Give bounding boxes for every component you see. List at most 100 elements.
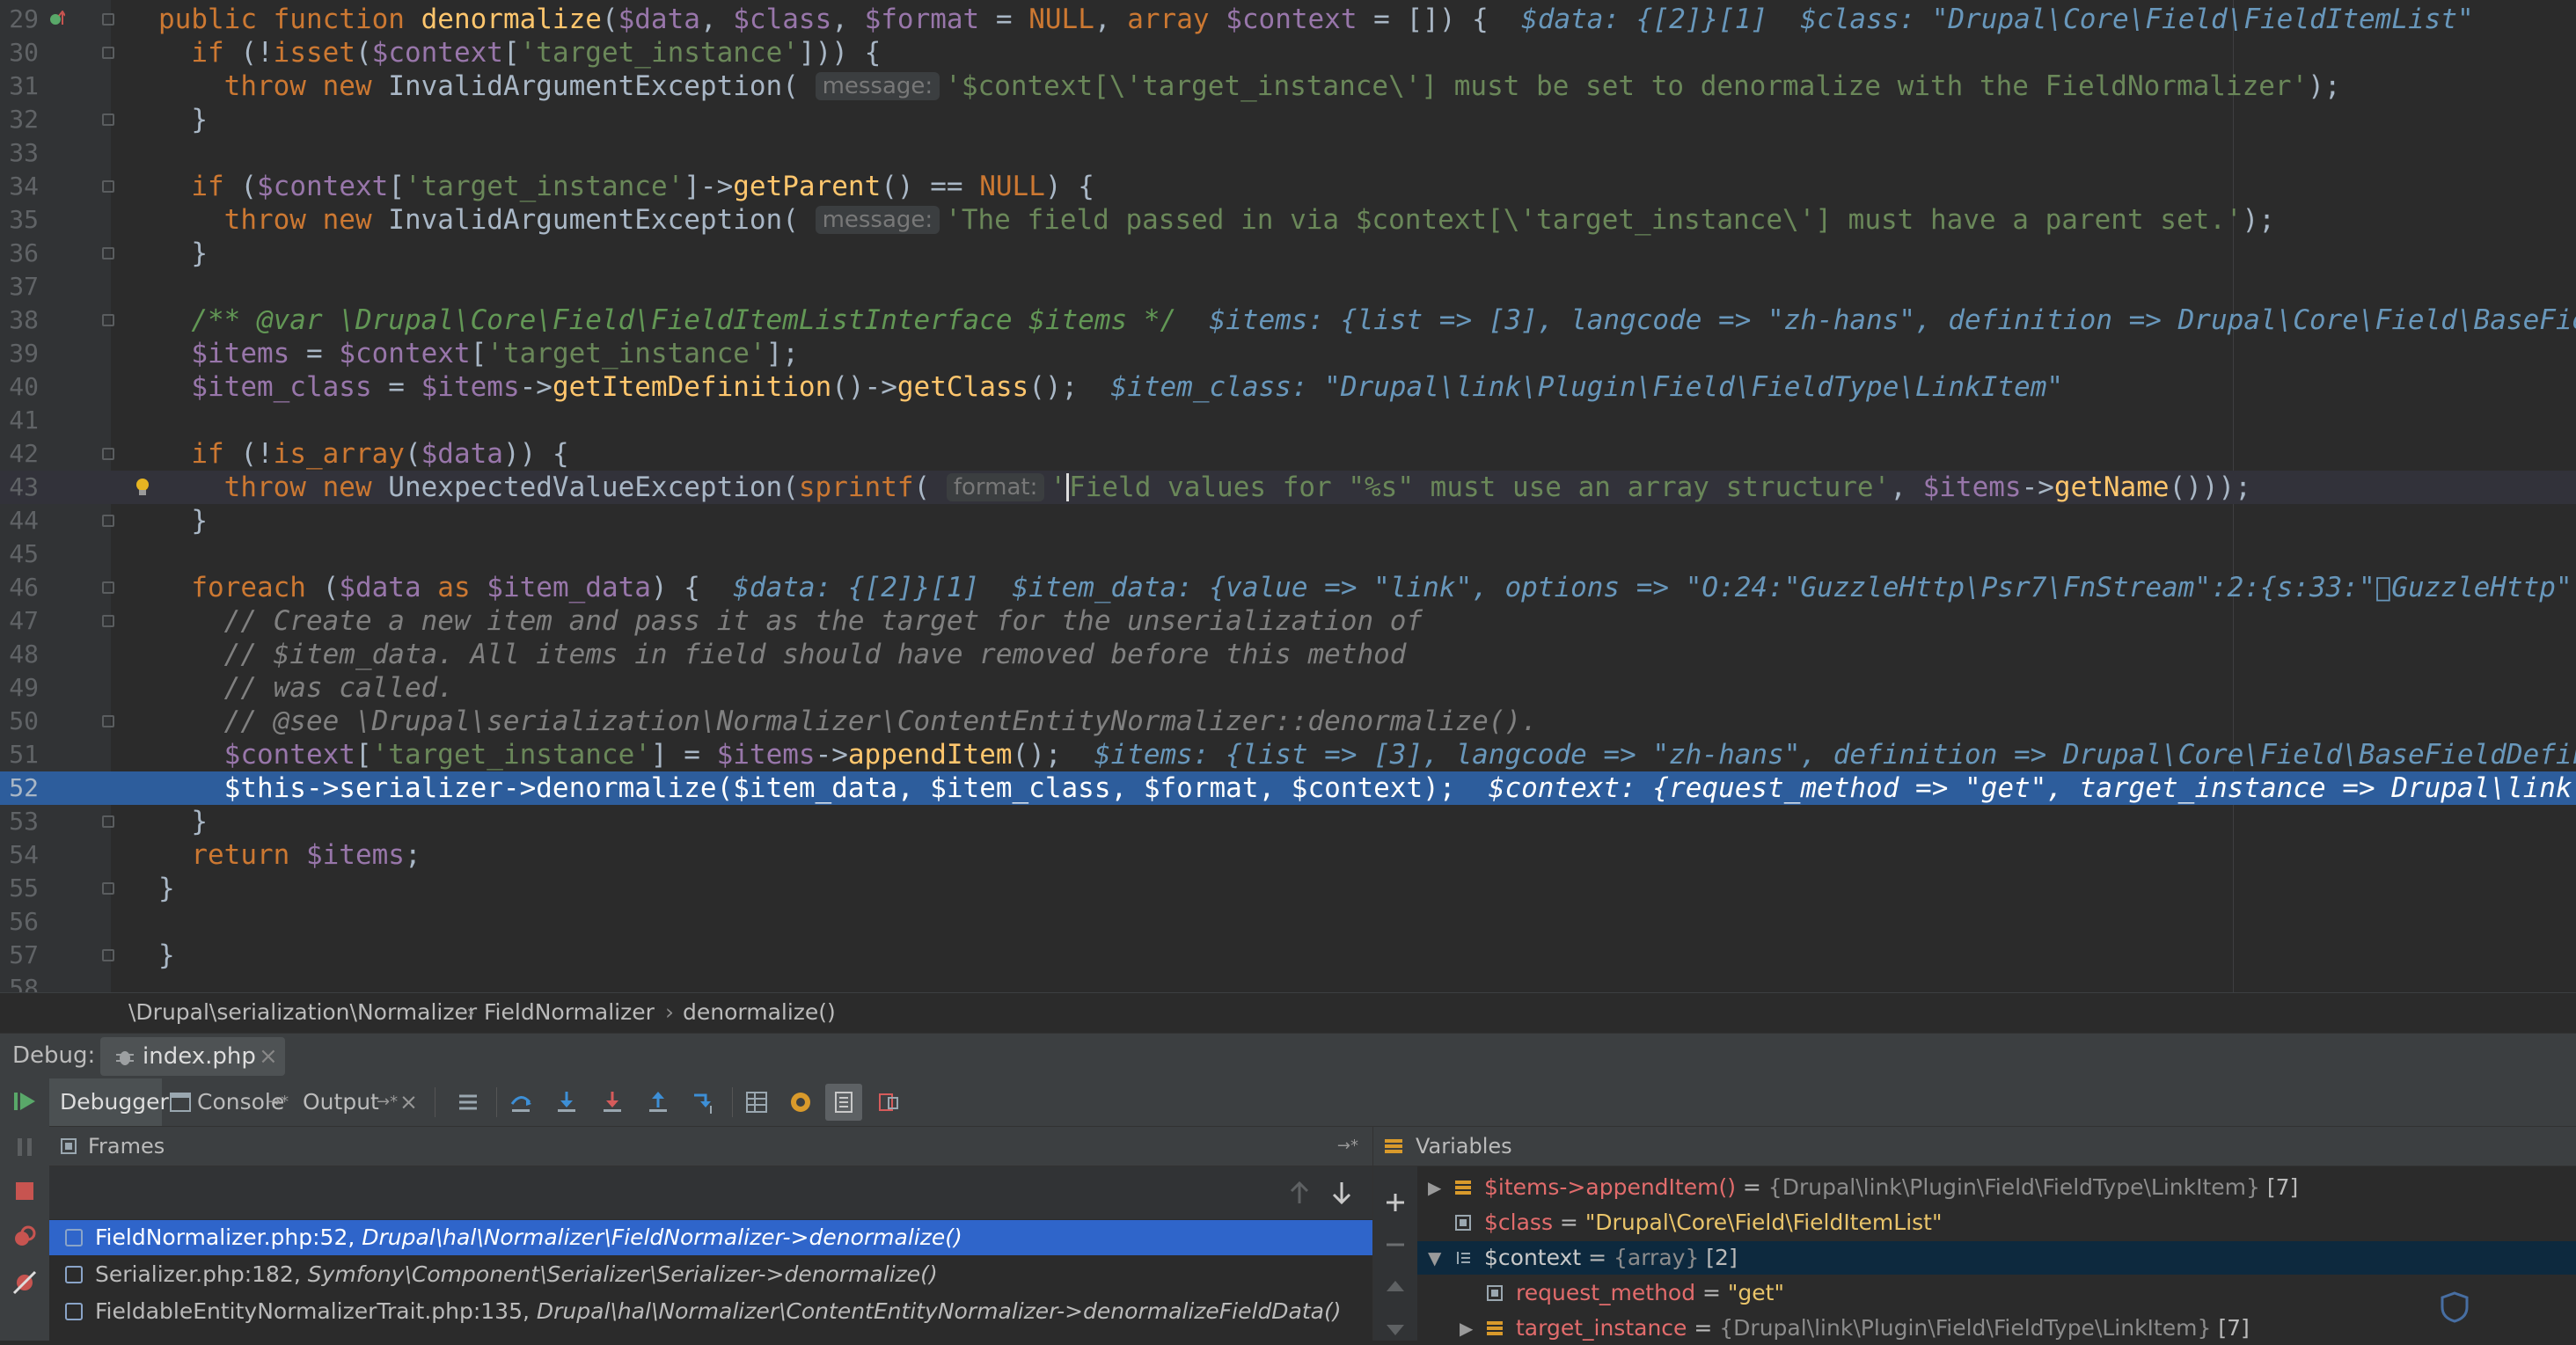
code-line[interactable]: 34 if ($context['target_instance']->getP… xyxy=(0,170,2576,203)
fold-start-icon[interactable] xyxy=(102,448,114,460)
fold-start-icon[interactable] xyxy=(102,180,114,193)
code-line[interactable]: 30 if (!isset($context['target_instance'… xyxy=(0,36,2576,69)
code-text[interactable]: // was called. xyxy=(158,671,454,705)
line-number[interactable]: 32 xyxy=(0,103,39,136)
line-number[interactable]: 34 xyxy=(0,170,39,203)
code-text[interactable]: $context['target_instance'] = $items->ap… xyxy=(158,738,2576,771)
fold-start-icon[interactable] xyxy=(102,47,114,59)
code-text[interactable]: foreach ($data as $item_data) { $data: {… xyxy=(158,571,2572,604)
variable-row[interactable]: request_method = "get" xyxy=(1417,1276,2576,1310)
show-execution-point-icon[interactable] xyxy=(456,1090,480,1115)
code-text[interactable]: throw new InvalidArgumentException( mess… xyxy=(158,69,2341,103)
code-text[interactable]: $items = $context['target_instance']; xyxy=(158,337,799,370)
frame-row[interactable]: Serializer.php:182, Symfony\Component\Se… xyxy=(49,1257,1372,1292)
mute-breakpoints-icon[interactable] xyxy=(11,1268,39,1297)
line-number[interactable]: 39 xyxy=(0,337,39,370)
breadcrumb-method[interactable]: › denormalize() xyxy=(665,993,836,1032)
fold-end-icon[interactable] xyxy=(102,815,114,828)
code-line[interactable]: 50 // @see \Drupal\serialization\Normali… xyxy=(0,705,2576,738)
frames-pin-icon[interactable]: →* xyxy=(1337,1127,1358,1166)
code-line[interactable]: 47 // Create a new item and pass it as t… xyxy=(0,604,2576,638)
remove-watch-icon[interactable] xyxy=(1384,1233,1407,1256)
code-line[interactable]: 31 throw new InvalidArgumentException( m… xyxy=(0,69,2576,103)
variable-row[interactable]: ▶ $items->appendItem() = {Drupal\link\Plu… xyxy=(1417,1171,2576,1204)
code-text[interactable]: public function denormalize($data, $clas… xyxy=(158,3,2474,36)
tab-debugger[interactable]: Debugger xyxy=(49,1078,169,1126)
code-text[interactable]: // Create a new item and pass it as the … xyxy=(158,604,1423,638)
code-text[interactable]: // @see \Drupal\serialization\Normalizer… xyxy=(158,705,1538,738)
code-line[interactable]: 29 public function denormalize($data, $cl… xyxy=(0,3,2576,36)
fold-end-icon[interactable] xyxy=(102,247,114,259)
collapse-arrow-icon[interactable]: ▼ xyxy=(1428,1241,1441,1275)
variable-row[interactable]: ▶ target_instance = {Drupal\link\Plugin\F… xyxy=(1417,1312,2576,1345)
code-text[interactable]: } xyxy=(158,103,208,136)
code-line[interactable]: 33 xyxy=(0,136,2576,170)
code-text[interactable]: return $items; xyxy=(158,838,421,872)
debug-tab-close-icon[interactable]: × xyxy=(259,1037,278,1076)
code-line[interactable]: 53 } xyxy=(0,805,2576,838)
code-text[interactable]: $this->serializer->denormalize($item_dat… xyxy=(158,771,2576,805)
line-number[interactable]: 42 xyxy=(0,437,39,471)
arrow-up-icon[interactable] xyxy=(1288,1181,1311,1205)
add-watch-icon[interactable] xyxy=(1384,1191,1407,1214)
fold-end-icon[interactable] xyxy=(102,882,114,895)
code-line[interactable]: 46 foreach ($data as $item_data) { $data… xyxy=(0,571,2576,604)
variable-row[interactable]: ▼ $context = {array} [2] xyxy=(1417,1241,2576,1275)
stop-icon[interactable] xyxy=(11,1177,39,1205)
line-number[interactable]: 48 xyxy=(0,638,39,671)
code-line[interactable]: 44 } xyxy=(0,504,2576,537)
code-line[interactable]: 42 if (!is_array($data)) { xyxy=(0,437,2576,471)
evaluate-expression-icon[interactable] xyxy=(744,1090,769,1115)
code-text[interactable]: $item_class = $items->getItemDefinition(… xyxy=(158,370,2063,404)
line-number[interactable]: 43 xyxy=(0,471,39,504)
line-number[interactable]: 53 xyxy=(0,805,39,838)
line-number[interactable]: 47 xyxy=(0,604,39,638)
line-number[interactable]: 51 xyxy=(0,738,39,771)
code-line[interactable]: 54 return $items; xyxy=(0,838,2576,872)
breadcrumb-namespace[interactable]: \Drupal\serialization\Normalizer xyxy=(128,993,477,1032)
step-into-icon[interactable] xyxy=(554,1090,579,1115)
code-line[interactable]: 37 xyxy=(0,270,2576,303)
code-line[interactable]: 32 } xyxy=(0,103,2576,136)
code-line[interactable]: 36 } xyxy=(0,237,2576,270)
pause-icon[interactable] xyxy=(11,1133,39,1161)
code-text[interactable]: } xyxy=(158,872,175,905)
code-line[interactable]: 51 $context['target_instance'] = $items-… xyxy=(0,738,2576,771)
line-number[interactable]: 49 xyxy=(0,671,39,705)
code-line[interactable]: 58 xyxy=(0,972,2576,992)
line-number[interactable]: 45 xyxy=(0,537,39,571)
code-text[interactable]: throw new InvalidArgumentException( mess… xyxy=(158,203,2275,237)
code-text[interactable]: // $item_data. All items in field should… xyxy=(158,638,1407,671)
code-text[interactable]: if (!isset($context['target_instance']))… xyxy=(158,36,881,69)
code-line[interactable]: 45 xyxy=(0,537,2576,571)
code-text[interactable]: throw new UnexpectedValueException(sprin… xyxy=(158,471,2251,504)
view-breakpoints-icon[interactable] xyxy=(11,1223,39,1251)
breadcrumb-class[interactable]: › FieldNormalizer xyxy=(466,993,655,1032)
fold-start-icon[interactable] xyxy=(102,615,114,627)
code-line[interactable]: 49 // was called. xyxy=(0,671,2576,705)
move-up-icon[interactable] xyxy=(1384,1276,1407,1298)
restore-layout-icon[interactable] xyxy=(876,1090,901,1115)
console-pin-icon[interactable]: →* xyxy=(267,1078,289,1126)
code-line[interactable]: 57} xyxy=(0,939,2576,972)
code-line[interactable]: 41 xyxy=(0,404,2576,437)
tab-console[interactable]: Console →* xyxy=(162,1078,292,1126)
override-marker-icon[interactable] xyxy=(49,11,65,26)
move-down-icon[interactable] xyxy=(1384,1318,1407,1341)
line-number[interactable]: 30 xyxy=(0,36,39,69)
code-lines[interactable]: 29 public function denormalize($data, $cl… xyxy=(0,3,2576,992)
code-line[interactable]: 39 $items = $context['target_instance']; xyxy=(0,337,2576,370)
code-text[interactable]: if ($context['target_instance']->getPare… xyxy=(158,170,1094,203)
line-number[interactable]: 31 xyxy=(0,69,39,103)
line-number[interactable]: 55 xyxy=(0,872,39,905)
watch-icon[interactable] xyxy=(788,1090,813,1115)
line-number[interactable]: 41 xyxy=(0,404,39,437)
line-number[interactable]: 58 xyxy=(0,972,39,992)
step-over-icon[interactable] xyxy=(509,1090,533,1115)
code-line[interactable]: 56 xyxy=(0,905,2576,939)
line-number[interactable]: 33 xyxy=(0,136,39,170)
resume-icon[interactable] xyxy=(11,1087,39,1115)
fold-end-icon[interactable] xyxy=(102,515,114,527)
line-number[interactable]: 52 xyxy=(0,771,39,805)
frames-toggle-active[interactable] xyxy=(825,1084,862,1121)
